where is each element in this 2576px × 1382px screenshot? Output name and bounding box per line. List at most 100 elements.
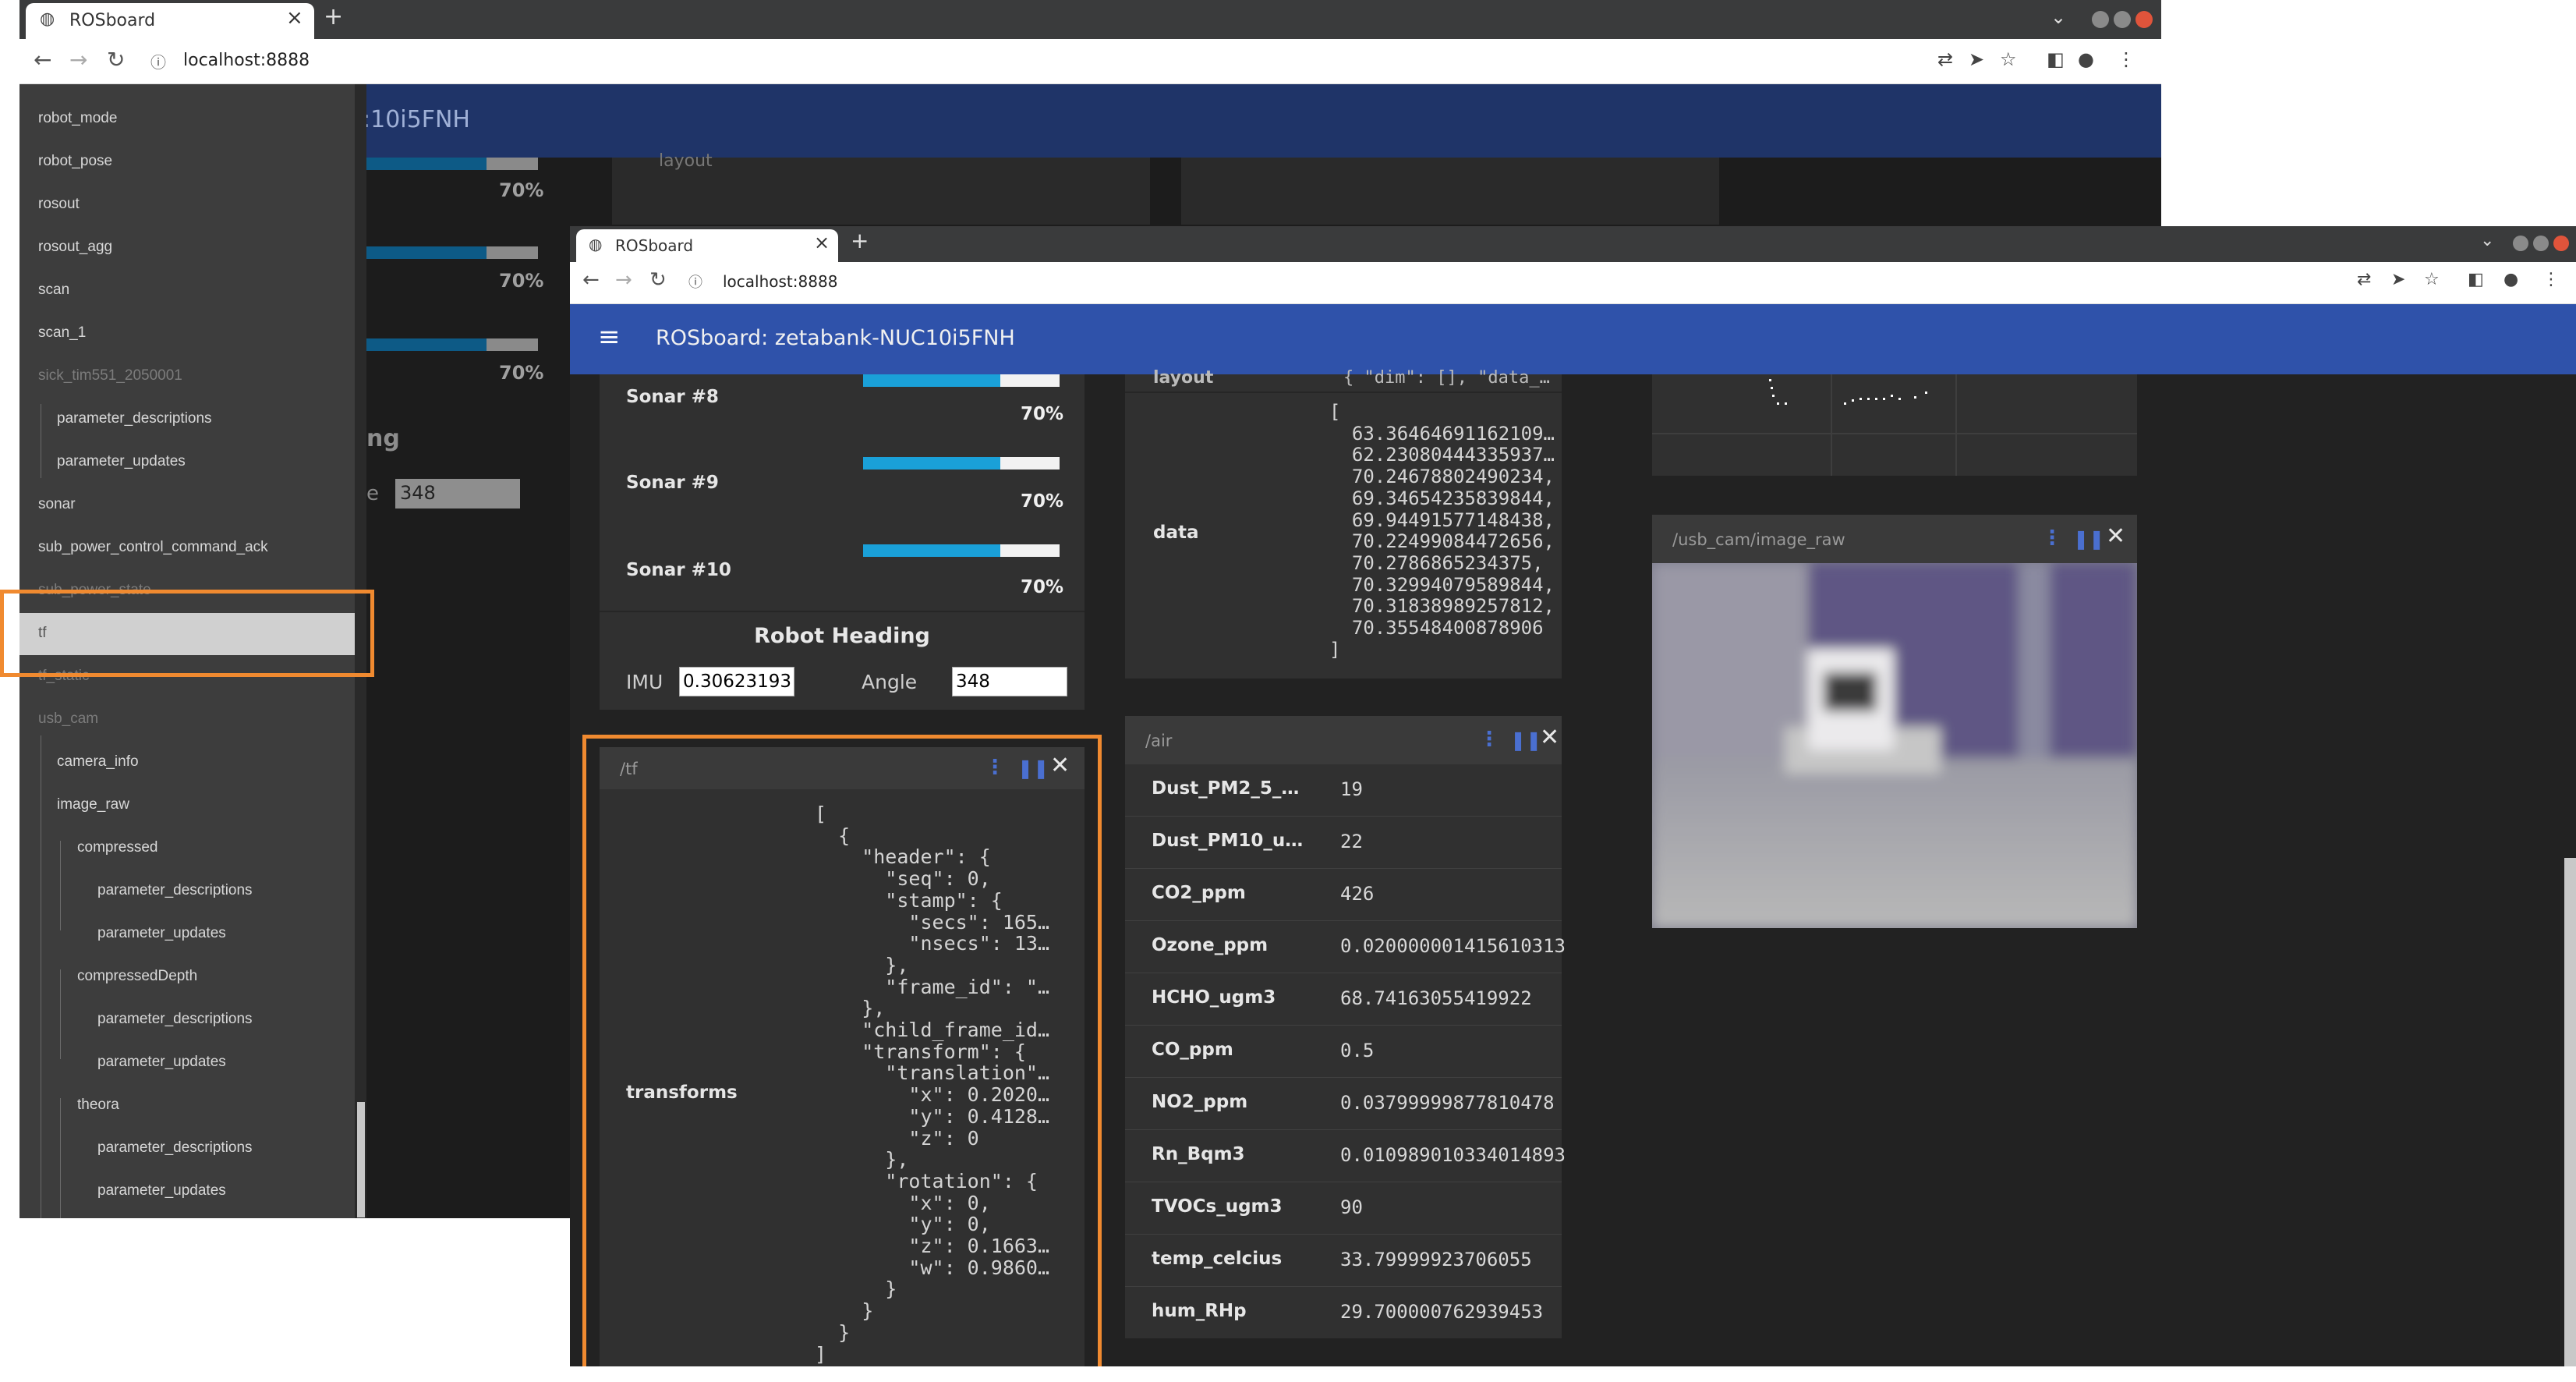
image-card-header: /usb_cam/image_raw ⋮ ❚❚ ✕ [1652, 515, 2137, 563]
menu-dots-icon[interactable]: ⋮ [2117, 48, 2135, 70]
camera-image [1652, 563, 2137, 928]
sonar-10-label: Sonar #10 [626, 560, 731, 580]
tab-strip [570, 226, 2576, 262]
forward-arrow-icon[interactable]: → [69, 47, 87, 73]
minimize-button[interactable] [2092, 11, 2109, 28]
sidebar-item-rosout-agg[interactable]: rosout_agg [38, 239, 112, 256]
send-icon[interactable]: ➤ [2391, 270, 2405, 289]
sidebar-item-theora[interactable]: theora [77, 1097, 119, 1114]
back-arrow-icon[interactable]: ← [34, 47, 51, 73]
sidebar-item-parameter-descriptions[interactable]: parameter_descriptions [97, 1011, 253, 1028]
sidebar-item-parameter-descriptions[interactable]: parameter_descriptions [57, 410, 212, 427]
close-tab-icon[interactable]: × [286, 6, 303, 30]
back-progress-bar-1 [366, 158, 538, 170]
more-options-icon[interactable]: ⋮ [2042, 526, 2062, 550]
close-window-button[interactable] [2135, 11, 2153, 28]
table-row: NO2_ppm 0.03799999877810478 [1125, 1078, 1562, 1130]
sidebar-item-sick-tim551[interactable]: sick_tim551_2050001 [38, 367, 182, 384]
air-card: /air ⋮ ❚❚ ✕ Dust_PM2_5_… 19 Dust_PM10_u… 2… [1125, 716, 1566, 1338]
table-row: TVOCs_ugm3 90 [1125, 1182, 1562, 1235]
sidebar-item-parameter-updates[interactable]: parameter_updates [57, 453, 186, 470]
sidebar-item-parameter-updates[interactable]: parameter_updates [97, 1054, 226, 1071]
sidebar-item-robot-mode[interactable]: robot_mode [38, 110, 117, 127]
angle-input[interactable] [952, 667, 1067, 696]
table-row: Ozone_ppm 0.020000001415610313 [1125, 921, 1566, 973]
send-icon[interactable]: ➤ [1969, 48, 1984, 70]
new-tab-button[interactable]: + [324, 3, 343, 30]
chevron-down-icon[interactable]: ⌄ [2051, 6, 2066, 28]
forward-arrow-icon[interactable]: → [615, 268, 632, 292]
minimize-button[interactable] [2513, 236, 2528, 251]
more-options-icon[interactable]: ⋮ [1479, 728, 1499, 751]
sidebar-item-compressed[interactable]: compressed [77, 839, 158, 856]
pause-icon[interactable]: ❚❚ [2073, 528, 2104, 550]
back-percent-3: 70% [499, 362, 544, 384]
profile-icon[interactable]: ● [2078, 48, 2094, 70]
back-progress-bar-3 [366, 338, 538, 351]
url-text[interactable]: localhost:8888 [723, 272, 837, 291]
sonar-10-bar [863, 544, 1060, 557]
tf-item-highlight-box [0, 590, 374, 677]
sidebar-item-rosout[interactable]: rosout [38, 196, 80, 213]
sidebar-item-image-raw[interactable]: image_raw [57, 796, 129, 813]
scan-card [1652, 374, 2137, 476]
sidebar-item-compressed-depth[interactable]: compressedDepth [77, 968, 197, 985]
sidebar-item-scan-1[interactable]: scan_1 [38, 324, 86, 342]
profile-icon[interactable]: ● [2503, 270, 2518, 289]
new-tab-button[interactable]: + [851, 228, 869, 253]
front-browser-window: ◍ ROSboard × + ⌄ ← → ↻ ⓘ localhost:8888 … [570, 226, 2576, 1366]
angle-label: Angle [862, 671, 918, 693]
sidebar-item-usb-cam[interactable]: usb_cam [38, 710, 98, 728]
air-rows: Dust_PM2_5_… 19 Dust_PM10_u… 22 CO2_ppm 426… [1125, 764, 1566, 1338]
sidebar-item-robot-pose[interactable]: robot_pose [38, 153, 112, 170]
reload-icon[interactable]: ↻ [107, 47, 125, 73]
menu-dots-icon[interactable]: ⋮ [2542, 270, 2560, 289]
sidebar-item-parameter-updates[interactable]: parameter_updates [97, 1182, 226, 1200]
close-window-button[interactable] [2553, 236, 2569, 251]
info-icon[interactable]: ⓘ [688, 271, 702, 292]
star-icon[interactable]: ☆ [2000, 48, 2017, 70]
close-card-icon[interactable]: ✕ [1540, 724, 1559, 751]
tab-title: ROSboard [615, 236, 694, 255]
sonar-8-percent: 70% [1021, 404, 1064, 424]
sidebar-item-sonar[interactable]: sonar [38, 496, 76, 513]
layout-label: layout [1153, 368, 1214, 388]
reload-icon[interactable]: ↻ [649, 268, 667, 292]
close-tab-icon[interactable]: × [814, 232, 830, 253]
url-text[interactable]: localhost:8888 [183, 51, 310, 70]
browser-tab[interactable]: ◍ ROSboard × [576, 229, 838, 262]
translate-icon[interactable]: ⇄ [1937, 48, 1953, 70]
translate-icon[interactable]: ⇄ [2357, 270, 2371, 289]
back-angle-label-fragment: e [366, 482, 379, 505]
back-angle-input[interactable]: 348 [395, 479, 520, 509]
back-scan-card [1181, 158, 1719, 225]
browser-tab[interactable]: ◍ ROSboard × [26, 3, 314, 39]
chevron-down-icon[interactable]: ⌄ [2480, 231, 2494, 250]
sidebar-item-scan[interactable]: scan [38, 282, 69, 299]
data-label: data [1153, 523, 1199, 543]
app-header: ≡ ROSboard: zetabank-NUC10i5FNH [570, 304, 2576, 374]
globe-icon: ◍ [40, 9, 55, 29]
star-icon[interactable]: ☆ [2424, 270, 2440, 289]
tab-title: ROSboard [69, 11, 156, 30]
back-arrow-icon[interactable]: ← [582, 268, 600, 292]
image-topic-title: /usb_cam/image_raw [1672, 530, 1845, 549]
info-icon[interactable]: ⓘ [150, 50, 166, 73]
sidebar-item-parameter-descriptions[interactable]: parameter_descriptions [97, 1139, 253, 1157]
drawer-scrollbar-thumb[interactable] [357, 1102, 365, 1217]
sidebar-item-camera-info[interactable]: camera_info [57, 753, 139, 771]
sidebar-item-parameter-updates[interactable]: parameter_updates [97, 925, 226, 942]
close-card-icon[interactable]: ✕ [2106, 523, 2125, 550]
address-bar-row: ← → ↻ ⓘ localhost:8888 ⇄ ➤ ☆ ◧ ● ⋮ [19, 39, 2161, 84]
page-scrollbar-thumb[interactable] [2564, 858, 2576, 1366]
sidebar-item-parameter-descriptions[interactable]: parameter_descriptions [97, 882, 253, 899]
data-values: [ 63.36464691162109… 62.23080444335937… … [1329, 402, 1555, 661]
maximize-button[interactable] [2114, 11, 2131, 28]
sidepanel-icon[interactable]: ◧ [2468, 270, 2484, 289]
hamburger-menu-icon[interactable]: ≡ [598, 321, 621, 353]
maximize-button[interactable] [2533, 236, 2549, 251]
sidebar-item-sub-power-control[interactable]: sub_power_control_command_ack [38, 539, 268, 556]
sidepanel-icon[interactable]: ◧ [2047, 48, 2065, 70]
imu-input[interactable] [679, 667, 794, 696]
pause-icon[interactable]: ❚❚ [1510, 729, 1541, 751]
